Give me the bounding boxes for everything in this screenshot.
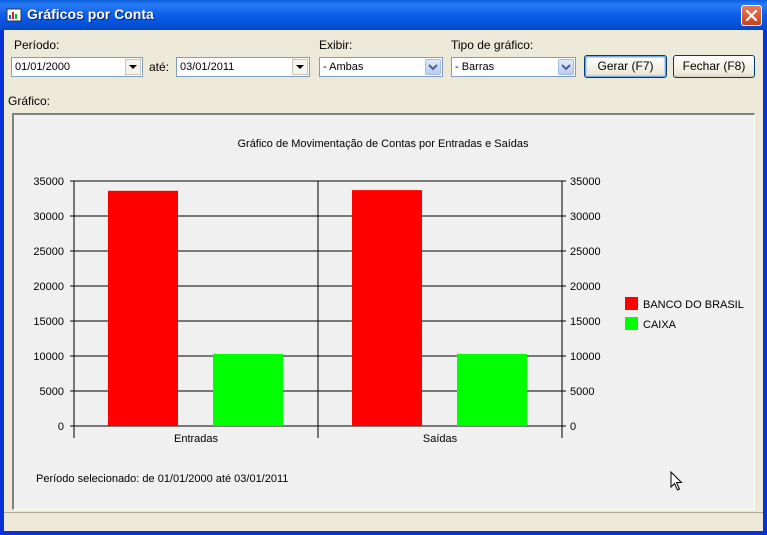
status-bar (4, 512, 763, 532)
y-tick-label-right: 0 (570, 421, 576, 433)
x-category-label: Saídas (423, 433, 458, 445)
legend-label: BANCO DO BRASIL (643, 299, 744, 311)
bar-caixa (213, 353, 283, 426)
y-tick-label-left: 15000 (33, 316, 64, 328)
legend-label: CAIXA (643, 319, 677, 331)
chart: Gráfico de Movimentação de Contas por En… (33, 138, 744, 485)
chevron-down-icon (296, 65, 304, 69)
y-tick-label-right: 15000 (570, 316, 601, 328)
grafico-label: Gráfico: (8, 94, 51, 108)
exibir-select[interactable]: - Ambas (319, 57, 443, 77)
y-tick-label-right: 5000 (570, 386, 594, 398)
close-button[interactable] (741, 5, 762, 26)
periodo-from-picker[interactable]: 01/01/2000 (11, 57, 143, 77)
y-tick-label-left: 30000 (33, 211, 64, 223)
periodo-from-dropdown[interactable] (125, 59, 141, 75)
y-tick-label-left: 10000 (33, 351, 64, 363)
y-tick-label-right: 20000 (570, 281, 601, 293)
bar-caixa (457, 353, 527, 426)
app-icon (6, 8, 22, 22)
exibir-dropdown[interactable] (425, 59, 441, 75)
gerar-button[interactable]: Gerar (F7) (584, 55, 667, 78)
tipo-grafico-dropdown[interactable] (558, 59, 574, 75)
y-tick-label-left: 20000 (33, 281, 64, 293)
chevron-down-icon (561, 64, 571, 71)
periodo-label: Período: (14, 38, 60, 52)
tipo-grafico-value: - Barras (455, 61, 495, 73)
exibir-value: - Ambas (323, 61, 364, 73)
selected-period-text: Período selecionado: de 01/01/2000 até 0… (36, 473, 288, 485)
periodo-to-picker[interactable]: 03/01/2011 (176, 57, 310, 77)
chevron-down-icon (428, 64, 438, 71)
title-bar[interactable]: Gráficos por Conta (0, 0, 767, 30)
x-category-label: Entradas (174, 433, 219, 445)
bar-banco (108, 190, 178, 426)
periodo-from-value: 01/01/2000 (15, 61, 71, 73)
y-tick-label-left: 35000 (33, 176, 64, 188)
fechar-button[interactable]: Fechar (F8) (673, 55, 755, 78)
tipo-grafico-label: Tipo de gráfico: (451, 38, 534, 52)
y-tick-label-right: 30000 (570, 211, 601, 223)
ate-label: até: (149, 60, 170, 74)
exibir-label: Exibir: (319, 38, 353, 52)
tipo-grafico-select[interactable]: - Barras (451, 57, 576, 77)
y-tick-label-right: 25000 (570, 246, 601, 258)
mouse-cursor-icon (670, 471, 683, 491)
y-tick-label-right: 35000 (570, 176, 601, 188)
y-tick-label-left: 0 (58, 421, 64, 433)
app-window: Gráficos por Conta Período: 01/01/2000 a… (0, 0, 767, 535)
periodo-to-value: 03/01/2011 (180, 61, 235, 73)
chevron-down-icon (129, 65, 137, 69)
bar-banco (352, 190, 422, 426)
window-title: Gráficos por Conta (27, 6, 154, 22)
periodo-to-dropdown[interactable] (292, 59, 308, 75)
legend-swatch (625, 317, 638, 330)
legend-swatch (625, 297, 638, 310)
chart-panel: Gráfico de Movimentação de Contas por En… (12, 113, 755, 510)
close-icon (745, 9, 758, 22)
chart-title: Gráfico de Movimentação de Contas por En… (237, 138, 529, 150)
client-area: Período: 01/01/2000 até: 03/01/2011 Exib… (4, 30, 763, 531)
y-tick-label-left: 5000 (40, 386, 64, 398)
y-tick-label-left: 25000 (33, 246, 64, 258)
y-tick-label-right: 10000 (570, 351, 601, 363)
